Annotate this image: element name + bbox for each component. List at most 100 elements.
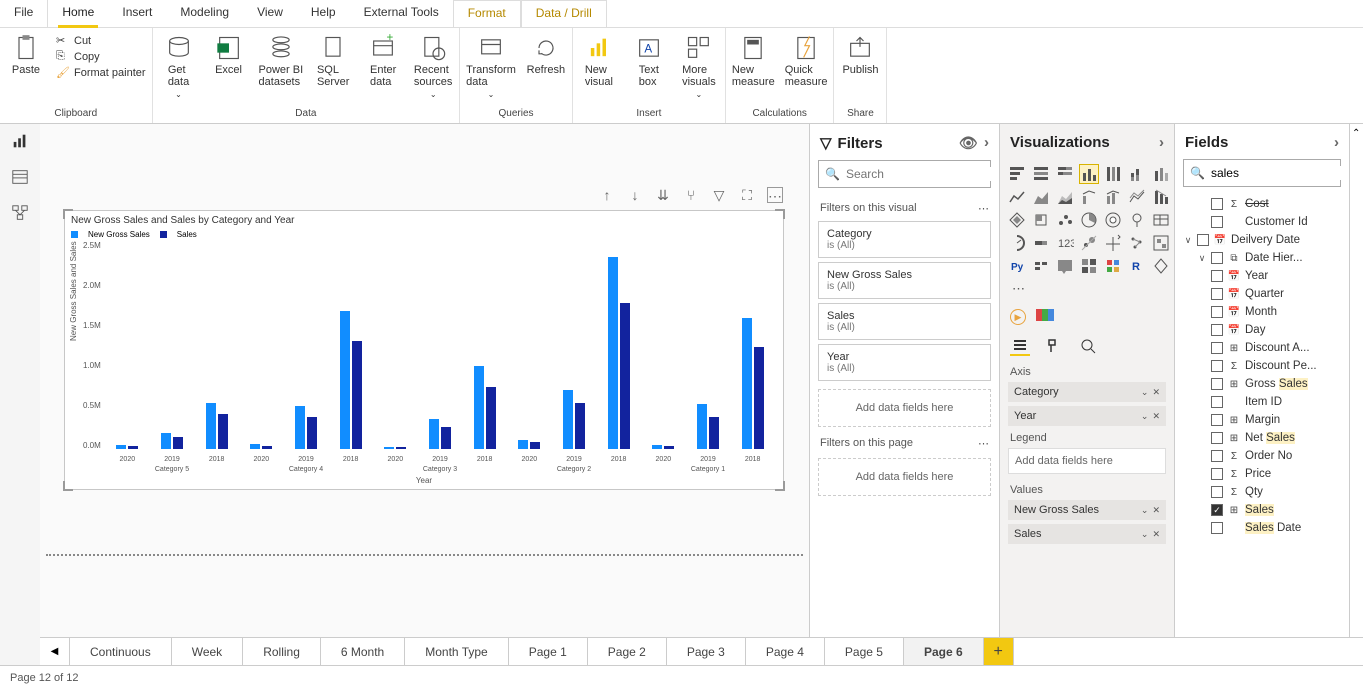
page-tab[interactable]: Month Type	[405, 638, 508, 665]
axis-item-category[interactable]: Category⌄✕	[1008, 382, 1166, 402]
viz-type-icon[interactable]	[1008, 211, 1026, 229]
field-row[interactable]: ∨📅Deilvery Date	[1175, 231, 1349, 249]
bar[interactable]	[474, 366, 484, 449]
bar[interactable]	[384, 447, 394, 449]
field-row[interactable]: ΣCost	[1175, 195, 1349, 213]
remove-icon[interactable]: ✕	[1152, 387, 1160, 398]
bar[interactable]	[396, 447, 406, 449]
eye-icon[interactable]: 👁	[959, 134, 978, 152]
field-row[interactable]: ΣQty	[1175, 483, 1349, 501]
paste-button[interactable]: Paste	[6, 34, 46, 76]
menu-view[interactable]: View	[243, 0, 297, 27]
page-tab[interactable]: Page 3	[667, 638, 746, 665]
viz-type-icon[interactable]	[1104, 165, 1122, 183]
field-row[interactable]: ΣOrder No	[1175, 447, 1349, 465]
data-view-icon[interactable]	[11, 168, 29, 186]
field-row[interactable]: ⊞Gross Sales	[1175, 375, 1349, 393]
viz-type-icon[interactable]: ⋯	[1008, 280, 1026, 298]
field-row[interactable]: ✓⊞Sales	[1175, 501, 1349, 519]
bar[interactable]	[340, 311, 350, 449]
bar[interactable]	[352, 341, 362, 449]
viz-type-icon[interactable]	[1008, 188, 1026, 206]
analytics-tab[interactable]	[1078, 336, 1098, 356]
menu-format[interactable]: Format	[453, 0, 521, 27]
filter-icon[interactable]: ▽	[711, 187, 727, 203]
focus-mode-icon[interactable]: ⛶	[739, 187, 755, 203]
excel-button[interactable]: Excel	[209, 34, 249, 76]
filter-card[interactable]: Categoryis (All)	[818, 221, 991, 258]
menu-insert[interactable]: Insert	[108, 0, 166, 27]
viz-type-icon[interactable]	[1080, 257, 1098, 275]
pbi-datasets-button[interactable]: Power BI datasets	[259, 34, 304, 88]
sql-server-button[interactable]: SQL Server	[313, 34, 353, 88]
bar[interactable]	[307, 417, 317, 449]
cut-button[interactable]: ✂Cut	[56, 34, 146, 48]
viz-type-icon[interactable]	[1056, 188, 1074, 206]
bar[interactable]	[116, 445, 126, 449]
report-view-icon[interactable]	[11, 132, 29, 150]
viz-type-icon[interactable]	[1152, 165, 1170, 183]
viz-type-icon[interactable]	[1080, 165, 1098, 183]
chevron-down-icon[interactable]: ⌄	[1141, 505, 1149, 516]
add-visual-filter[interactable]: Add data fields here	[818, 389, 991, 427]
bar[interactable]	[429, 419, 439, 449]
viz-type-icon[interactable]	[1152, 188, 1170, 206]
field-row[interactable]: 📅Month	[1175, 303, 1349, 321]
bar[interactable]	[206, 403, 216, 449]
collapse-icon[interactable]: ›	[984, 134, 989, 152]
bar[interactable]	[652, 445, 662, 449]
enter-data-button[interactable]: +Enter data	[363, 34, 403, 88]
custom-visual-icon[interactable]	[1036, 308, 1054, 326]
page-tab[interactable]: 6 Month	[321, 638, 405, 665]
bar[interactable]	[709, 417, 719, 449]
tabs-prev[interactable]: ◀	[40, 638, 70, 665]
bar[interactable]	[664, 446, 674, 449]
viz-type-icon[interactable]	[1032, 234, 1050, 252]
bar[interactable]	[620, 303, 630, 449]
field-row[interactable]: Sales Date	[1175, 519, 1349, 537]
fields-tab[interactable]	[1010, 336, 1030, 356]
report-canvas[interactable]: ↑ ↓ ⇊ ⑂ ▽ ⛶ ⋯ New Gross Sales and Sales …	[40, 124, 809, 665]
more-icon[interactable]: ⋯	[978, 202, 989, 215]
filter-card[interactable]: New Gross Salesis (All)	[818, 262, 991, 299]
values-item-ngs[interactable]: New Gross Sales⌄✕	[1008, 500, 1166, 520]
bar[interactable]	[441, 427, 451, 449]
bar[interactable]	[608, 257, 618, 449]
expand-hierarchy-icon[interactable]: ⑂	[683, 187, 699, 203]
viz-type-icon[interactable]	[1128, 234, 1146, 252]
menu-modeling[interactable]: Modeling	[166, 0, 243, 27]
field-row[interactable]: Customer Id	[1175, 213, 1349, 231]
bar[interactable]	[754, 347, 764, 449]
field-row[interactable]: ∨⧉Date Hier...	[1175, 249, 1349, 267]
axis-item-year[interactable]: Year⌄✕	[1008, 406, 1166, 426]
field-row[interactable]: 📅Quarter	[1175, 285, 1349, 303]
field-row[interactable]: ⊞Discount A...	[1175, 339, 1349, 357]
model-view-icon[interactable]	[11, 204, 29, 222]
bar[interactable]	[161, 433, 171, 449]
field-row[interactable]: ⊞Margin	[1175, 411, 1349, 429]
format-painter-button[interactable]: 🖌Format painter	[56, 66, 146, 80]
fields-search[interactable]: 🔍	[1183, 159, 1341, 187]
bar[interactable]	[173, 437, 183, 449]
page-tab[interactable]: Rolling	[243, 638, 321, 665]
format-tab[interactable]	[1044, 336, 1064, 356]
viz-type-icon[interactable]	[1104, 234, 1122, 252]
viz-type-icon[interactable]	[1104, 188, 1122, 206]
viz-type-icon[interactable]	[1128, 211, 1146, 229]
page-tab[interactable]: Page 1	[509, 638, 588, 665]
drill-down-icon[interactable]: ↓	[627, 187, 643, 203]
chart-visual[interactable]: ↑ ↓ ⇊ ⑂ ▽ ⛶ ⋯ New Gross Sales and Sales …	[64, 210, 784, 490]
field-row[interactable]: 📅Day	[1175, 321, 1349, 339]
page-tab[interactable]: Continuous	[70, 638, 172, 665]
bar[interactable]	[250, 444, 260, 449]
viz-type-icon[interactable]: Py	[1008, 257, 1026, 275]
collapse-handle[interactable]: ⌃	[1349, 124, 1363, 665]
menu-file[interactable]: File	[0, 0, 48, 27]
page-tab[interactable]: Page 2	[588, 638, 667, 665]
copy-button[interactable]: ⎘Copy	[56, 50, 146, 64]
page-tab[interactable]: Page 6	[904, 638, 984, 665]
add-page-button[interactable]: +	[984, 638, 1014, 665]
page-tab[interactable]: Page 5	[825, 638, 904, 665]
bar[interactable]	[697, 404, 707, 449]
field-row[interactable]: 📅Year	[1175, 267, 1349, 285]
